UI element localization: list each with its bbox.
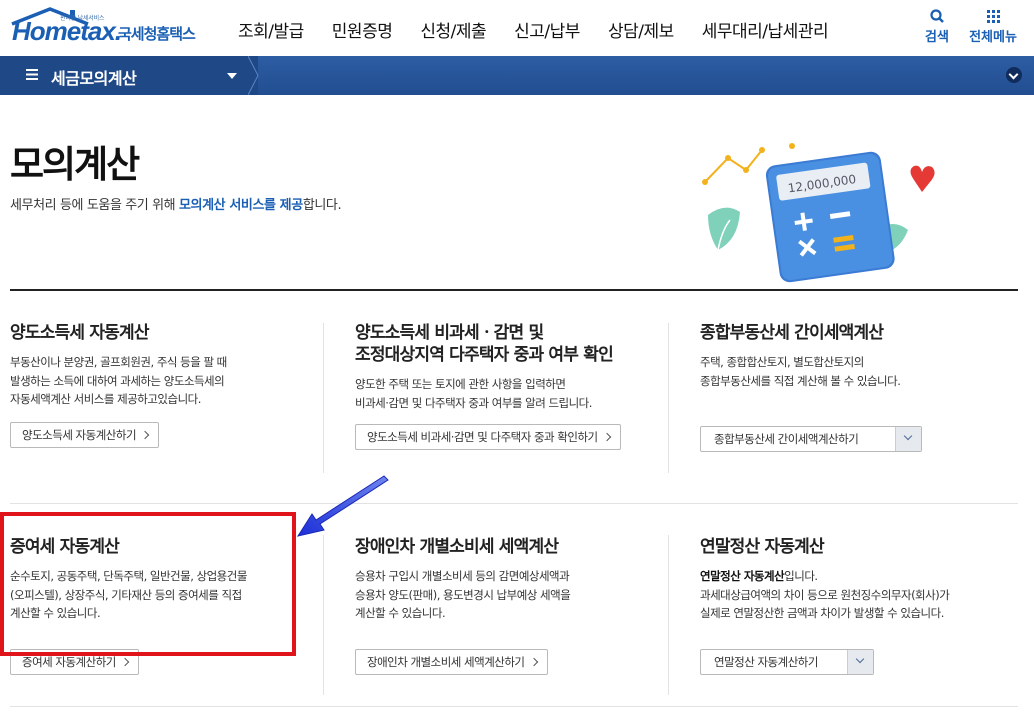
card-description: 양도한 주택 또는 토지에 관한 사항을 입력하면 비과세·감면 및 다주택자 중… [355, 377, 592, 410]
all-menu-label: 전체메뉴 [969, 30, 1017, 45]
nav-inquiry[interactable]: 조회/발급 [224, 17, 318, 42]
logo-subtitle: 국세청홈택스 [118, 25, 196, 43]
page-title: 모의계산 [10, 143, 140, 186]
grid-icon [987, 10, 1000, 23]
card-description: 주택, 종합합산토지, 별도합산토지의 종합부동산세를 직접 계산해 볼 수 있습… [700, 355, 901, 388]
card-disabled-vehicle-excise-tax: 장애인차 개별소비세 세액계산 승용차 구입시 개별소비세 등의 감면예상세액과… [355, 536, 655, 623]
all-menu-button[interactable]: 전체메뉴 [967, 8, 1019, 45]
nav-certificates[interactable]: 민원증명 [318, 17, 407, 42]
row-divider [10, 706, 1018, 707]
chevron-down-icon [847, 650, 873, 674]
pointer-arrow-icon [296, 475, 389, 537]
section-title: 세금모의계산 [51, 69, 137, 88]
column-divider [323, 323, 324, 473]
card-title: 종합부동산세 간이세액계산 [700, 323, 884, 343]
real-estate-tax-calc-select[interactable]: 종합부동산세 간이세액계산하기 [700, 426, 922, 452]
exemption-check-button[interactable]: 양도소득세 비과세·감면 및 다주택자 중과 확인하기 [355, 424, 621, 450]
search-label: 검색 [925, 30, 949, 45]
sub-navigation-bar: 세금모의계산 [0, 56, 1034, 95]
column-divider [323, 535, 324, 695]
card-year-end-settlement: 연말정산 자동계산 연말정산 자동계산입니다. 과세대상급여액의 차이 등으로 … [700, 536, 1020, 623]
capital-gains-calc-button[interactable]: 양도소득세 자동계산하기 [10, 422, 160, 448]
hometax-logo[interactable]: 편리한 납세서비스 Hometax. 국세청홈택스 [10, 6, 210, 50]
caret-down-icon [227, 73, 237, 79]
card-description: 승용차 구입시 개별소비세 등의 감면예상세액과 승용차 양도(판매), 용도변경… [355, 569, 571, 620]
highlight-box [0, 512, 296, 656]
page-description: 세무처리 등에 도움을 주기 위해 모의계산 서비스를 제공합니다. [10, 198, 342, 213]
heart-icon [910, 165, 935, 192]
chevron-down-icon[interactable] [1006, 67, 1022, 83]
card-title: 연말정산 자동계산 [700, 537, 825, 557]
breadcrumb-separator [248, 56, 259, 95]
chevron-down-icon [895, 427, 921, 451]
card-capital-gains-exemption: 양도소득세 비과세ㆍ감면 및 조정대상지역 다주택자 중과 여부 확인 양도한 주… [355, 322, 665, 412]
card-description: 부동산이나 분양권, 골프회원권, 주식 등을 팔 때 발생하는 소득에 대하여 … [10, 355, 227, 406]
global-nav: 조회/발급 민원증명 신청/제출 신고/납부 상담/제보 세무대리/납세관리 [224, 17, 842, 42]
section-menu-dropdown[interactable]: 세금모의계산 [0, 56, 258, 95]
nav-consultation[interactable]: 상담/제보 [594, 17, 688, 42]
vehicle-excise-calc-button[interactable]: 장애인차 개별소비세 세액계산하기 [355, 649, 548, 675]
select-value: 연말정산 자동계산하기 [714, 655, 818, 669]
card-title: 양도소득세 비과세ㆍ감면 및 조정대상지역 다주택자 중과 여부 확인 [355, 323, 614, 365]
logo-wordmark: Hometax. [12, 16, 122, 46]
card-title: 장애인차 개별소비세 세액계산 [355, 537, 559, 557]
nav-filing-payment[interactable]: 신고/납부 [500, 17, 594, 42]
card-comprehensive-real-estate-tax: 종합부동산세 간이세액계산 주택, 종합합산토지, 별도합산토지의 종합부동산세를… [700, 322, 1020, 390]
column-divider [668, 535, 669, 695]
card-title: 양도소득세 자동계산 [10, 323, 149, 343]
site-header: 편리한 납세서비스 Hometax. 국세청홈택스 조회/발급 민원증명 신청/… [0, 0, 1034, 56]
card-capital-gains-tax: 양도소득세 자동계산 부동산이나 분양권, 골프회원권, 주식 등을 팔 때 발생… [10, 322, 310, 409]
card-description: 연말정산 자동계산입니다. 과세대상급여액의 차이 등으로 원천징수의무자(회사… [700, 569, 950, 620]
nav-tax-agent[interactable]: 세무대리/납세관리 [688, 17, 842, 42]
year-end-settlement-select[interactable]: 연말정산 자동계산하기 [700, 649, 874, 675]
column-divider [668, 323, 669, 473]
row-divider [10, 503, 1018, 504]
section-divider [10, 289, 1018, 291]
search-icon [930, 9, 944, 23]
calculator-illustration: 12,000,000 [702, 143, 935, 283]
select-value: 종합부동산세 간이세액계산하기 [714, 432, 859, 446]
hamburger-icon [26, 69, 38, 80]
search-button[interactable]: 검색 [922, 8, 952, 45]
nav-application[interactable]: 신청/제출 [406, 17, 500, 42]
